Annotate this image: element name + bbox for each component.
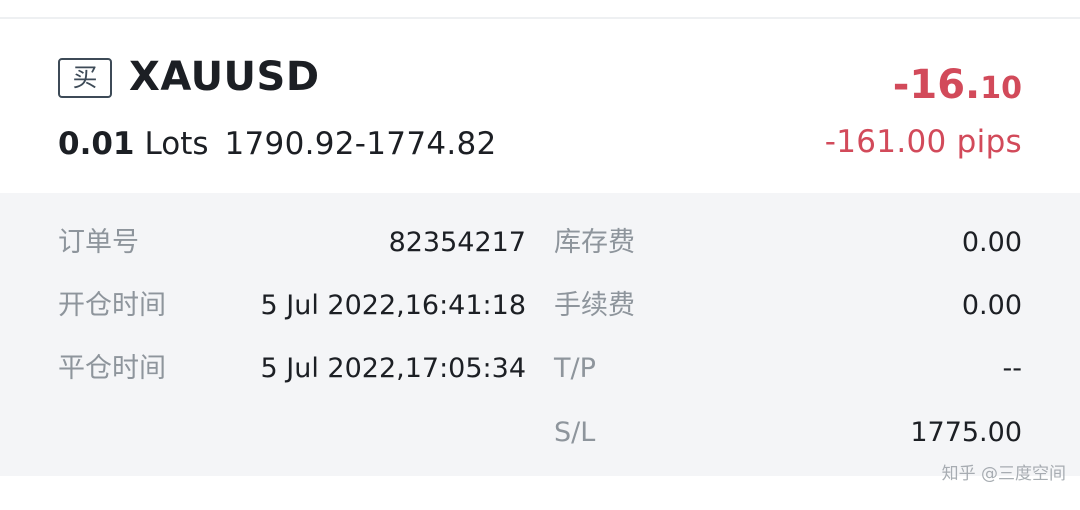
stop-loss-label: S/L: [554, 417, 596, 448]
profit-value: -16.10: [893, 59, 1022, 119]
profit-minor: 10: [980, 71, 1022, 106]
commission-label: 手续费: [554, 290, 635, 321]
order-header[interactable]: 买 XAUUSD 0.01 Lots 1790.92-1774.82 -16.10 …: [0, 19, 1080, 193]
price-range: 1790.92-1774.82: [224, 126, 497, 162]
swap-label: 库存费: [554, 227, 635, 258]
symbol-label: XAUUSD: [129, 54, 320, 100]
swap-value: 0.00: [961, 227, 1022, 258]
open-time-label: 开仓时间: [58, 290, 166, 321]
order-number-label: 订单号: [58, 227, 139, 258]
take-profit-value: --: [1002, 353, 1023, 384]
close-time-label: 平仓时间: [58, 353, 166, 384]
lot-size: 0.01: [58, 126, 135, 162]
take-profit-label: T/P: [554, 353, 596, 384]
order-number-value: 82354217: [388, 227, 526, 258]
open-time-value: 5 Jul 2022,16:41:18: [260, 290, 526, 321]
closed-order-page: 买 XAUUSD 0.01 Lots 1790.92-1774.82 -16.10 …: [0, 0, 1080, 510]
commission-value: 0.00: [961, 290, 1022, 321]
close-time-value: 5 Jul 2022,17:05:34: [260, 353, 526, 384]
order-details-panel: 订单号 82354217 开仓时间 5 Jul 2022,16:41:18 平仓…: [0, 193, 1080, 476]
watermark: 知乎 @三度空间: [941, 464, 1066, 484]
profit-major: -16.: [892, 62, 981, 108]
lots-row: 0.01 Lots 1790.92-1774.82: [58, 123, 497, 165]
stop-loss-value: 1775.00: [910, 417, 1022, 448]
lot-unit: Lots: [144, 126, 209, 162]
buy-side-badge: 买: [58, 58, 112, 98]
pips-value: -161.00 pips: [824, 124, 1022, 160]
